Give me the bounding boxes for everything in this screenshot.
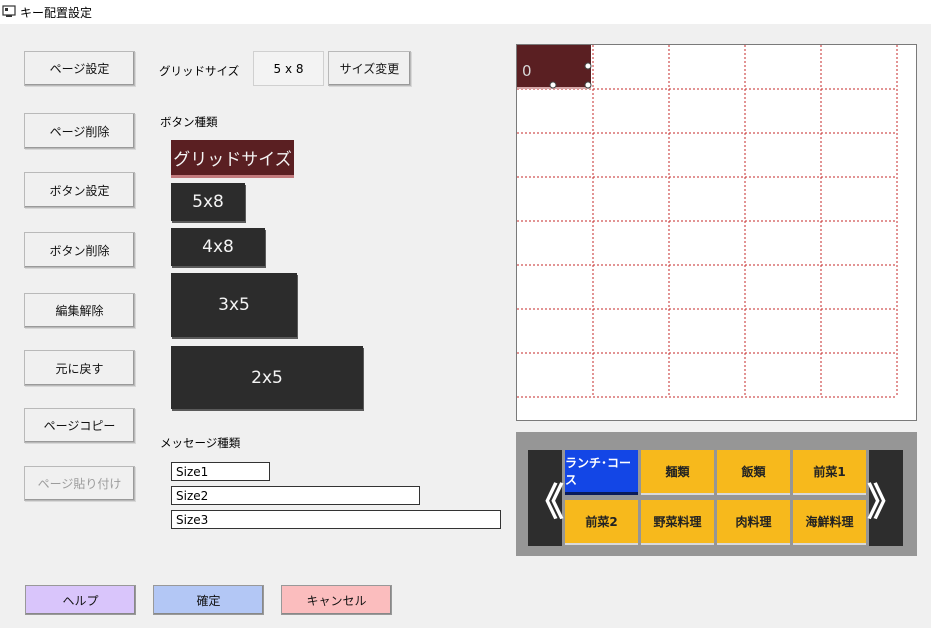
page-copy-button[interactable]: ページコピー [24, 408, 135, 443]
category-seafood[interactable]: 海鮮料理 [793, 500, 866, 545]
button-type-2x5[interactable]: 2x5 [171, 346, 363, 409]
category-appetizer1[interactable]: 前菜1 [793, 450, 866, 495]
category-meat[interactable]: 肉料理 [717, 500, 790, 545]
category-panel: 《 ランチ･コース 麺類 飯類 前菜1 前菜2 野菜料理 肉料理 海鮮料理 》 [516, 432, 917, 556]
category-vegetable[interactable]: 野菜料理 [641, 500, 714, 545]
message-size3[interactable]: Size3 [171, 510, 501, 529]
button-types-label: ボタン種類 [160, 115, 218, 129]
next-page-arrow[interactable]: 》 [867, 450, 905, 546]
grid-size-label: グリッドサイズ [159, 64, 240, 78]
resize-handle-right[interactable] [584, 62, 592, 70]
message-size1[interactable]: Size1 [171, 462, 270, 481]
help-button[interactable]: ヘルプ [25, 585, 136, 615]
grid-size-value: 5 x 8 [253, 51, 324, 86]
button-settings-button[interactable]: ボタン設定 [24, 172, 135, 208]
edit-release-button[interactable]: 編集解除 [24, 293, 135, 328]
button-type-header[interactable]: グリッドサイズ [171, 140, 294, 178]
title-bar: キー配置設定 [0, 0, 931, 24]
button-type-5x8[interactable]: 5x8 [171, 183, 245, 221]
prev-page-arrow[interactable]: 《 [526, 450, 564, 546]
page-delete-button[interactable]: ページ削除 [24, 113, 135, 149]
message-size2[interactable]: Size2 [171, 486, 420, 505]
button-type-3x5[interactable]: 3x5 [171, 273, 297, 337]
grid-preview[interactable]: 0 [516, 44, 917, 421]
size-change-button[interactable]: サイズ変更 [328, 51, 411, 86]
resize-handle-bottom[interactable] [549, 81, 557, 89]
message-types-label: メッセージ種類 [160, 436, 241, 450]
button-delete-button[interactable]: ボタン削除 [24, 232, 135, 268]
confirm-button[interactable]: 確定 [153, 585, 264, 615]
cancel-button[interactable]: キャンセル [281, 585, 392, 615]
window-title: キー配置設定 [20, 6, 93, 20]
grid-canvas[interactable]: 0 [517, 45, 916, 420]
category-rice[interactable]: 飯類 [717, 450, 790, 495]
category-appetizer2[interactable]: 前菜2 [565, 500, 638, 545]
undo-button[interactable]: 元に戻す [24, 350, 135, 386]
app-icon [2, 5, 16, 17]
page-paste-button[interactable]: ページ貼り付け [24, 466, 135, 501]
page-settings-button[interactable]: ページ設定 [24, 51, 135, 86]
category-noodles[interactable]: 麺類 [641, 450, 714, 495]
resize-handle-corner[interactable] [584, 81, 592, 89]
grid-lines [517, 45, 898, 398]
category-lunch-course[interactable]: ランチ･コース [565, 450, 638, 495]
placed-button-label: 0 [522, 62, 532, 80]
button-type-4x8[interactable]: 4x8 [171, 228, 265, 266]
